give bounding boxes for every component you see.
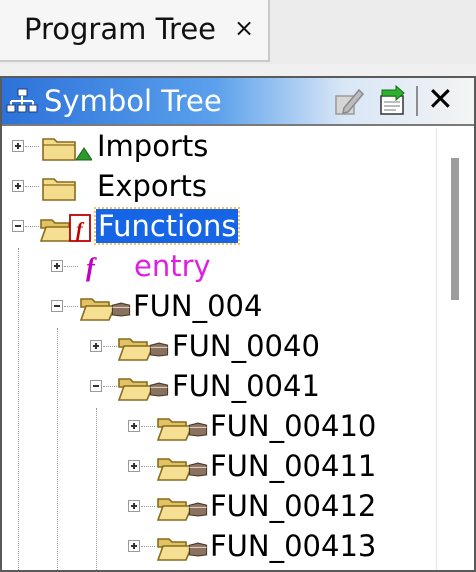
tree-node-entry[interactable]: f entry — [2, 248, 436, 288]
folder-icon — [157, 538, 208, 561]
symbol-tree-titlebar: Symbol Tree ✕ — [2, 78, 474, 124]
expand-toggle[interactable] — [128, 420, 140, 432]
folder-icon — [118, 378, 169, 401]
imports-folder-icon — [42, 138, 92, 161]
collapse-toggle[interactable] — [51, 300, 63, 312]
expand-toggle[interactable] — [12, 140, 24, 152]
folder-icon — [118, 338, 169, 361]
folder-icon — [157, 498, 208, 521]
collapse-toggle[interactable] — [90, 380, 102, 392]
toolbar-separator — [416, 86, 418, 116]
close-icon[interactable]: ✕ — [427, 80, 454, 118]
symbol-tree-title: Symbol Tree — [44, 84, 222, 118]
folder-icon — [157, 418, 208, 441]
tree-node-label: FUN_004 — [133, 289, 263, 323]
edit-label-icon[interactable] — [332, 84, 366, 118]
vertical-scrollbar[interactable] — [436, 128, 474, 570]
tab-program-tree[interactable]: Program Tree × — [0, 0, 270, 62]
tree-node-folder[interactable]: FUN_0041 — [2, 368, 436, 408]
tree-node-label: FUN_0041 — [172, 369, 320, 403]
tree-node-folder[interactable]: FUN_00413 — [2, 528, 436, 568]
tree-node-imports[interactable]: Imports — [2, 128, 436, 168]
tree-node-label: FUN_0040 — [172, 329, 320, 363]
tree-node-label: FUN_00411 — [210, 449, 377, 483]
function-icon: f — [86, 253, 97, 282]
scrollbar-thumb[interactable] — [451, 158, 459, 300]
symbol-tree: Imports Exports f Functions f entry FUN_… — [2, 128, 436, 570]
tree-node-label: Functions — [93, 207, 241, 245]
collapse-toggle[interactable] — [12, 220, 24, 232]
tab-close-icon[interactable]: × — [234, 14, 254, 42]
expand-toggle[interactable] — [128, 500, 140, 512]
expand-toggle[interactable] — [90, 340, 102, 352]
tree-node-exports[interactable]: Exports — [2, 168, 436, 208]
tree-node-label: FUN_00410 — [210, 409, 377, 443]
tree-node-folder[interactable]: FUN_00412 — [2, 488, 436, 528]
exports-folder-icon — [42, 178, 76, 201]
expand-toggle[interactable] — [12, 180, 24, 192]
tree-node-folder[interactable]: FUN_004 — [2, 288, 436, 328]
folder-icon — [157, 458, 208, 481]
tree-node-folder[interactable]: FUN_00411 — [2, 448, 436, 488]
functions-folder-icon: f — [40, 214, 91, 242]
tree-node-label: entry — [134, 249, 211, 283]
folder-icon — [80, 298, 131, 321]
expand-toggle[interactable] — [51, 260, 63, 272]
tree-node-label: Exports — [97, 169, 208, 203]
expand-toggle[interactable] — [128, 540, 140, 552]
tree-node-label: Imports — [97, 129, 209, 163]
tree-node-folder[interactable]: FUN_0040 — [2, 328, 436, 368]
tab-program-tree-label: Program Tree — [24, 12, 216, 46]
titlebar-divider — [2, 124, 474, 126]
tree-node-label: FUN_00413 — [210, 529, 377, 563]
expand-toggle[interactable] — [128, 460, 140, 472]
svg-text:f: f — [86, 253, 97, 282]
tab-strip: Program Tree × — [0, 0, 476, 64]
tree-icon — [6, 88, 38, 113]
tree-node-functions[interactable]: f Functions — [2, 207, 436, 248]
go-to-icon[interactable] — [376, 84, 410, 118]
symbol-tree-window: Symbol Tree ✕ Imports Exports f Function… — [0, 76, 476, 572]
tree-node-label: FUN_00412 — [210, 489, 377, 523]
tree-node-folder[interactable]: FUN_00410 — [2, 408, 436, 448]
